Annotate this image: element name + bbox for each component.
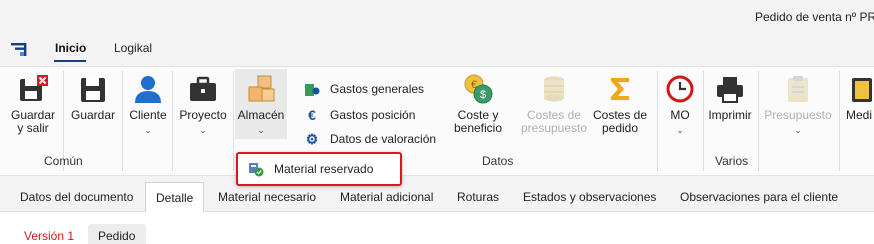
euro-icon: € — [308, 107, 316, 123]
clock-icon — [666, 75, 694, 103]
budget-costs-label-2: presupuesto — [520, 121, 588, 135]
title-bar: Pedido de venta nº PR — [0, 0, 874, 36]
chevron-down-icon: ⌄ — [676, 125, 684, 135]
save-button[interactable]: Guardar — [68, 73, 118, 122]
tab-inicio[interactable]: Inicio — [55, 41, 86, 55]
order-costs-button[interactable]: Costes de pedido — [590, 73, 650, 135]
tab-datos-documento[interactable]: Datos del documento — [20, 182, 133, 212]
ribbon: Guardar y salir Guardar Cliente ⌄ Proyec… — [0, 66, 874, 176]
money-icon — [305, 84, 320, 96]
document-tabs: Datos del documento Detalle Material nec… — [0, 182, 874, 212]
order-costs-label-2: pedido — [601, 121, 639, 135]
ribbon-separator — [657, 71, 658, 171]
sub-bar: Versión 1 Pedido — [0, 212, 874, 244]
boxes-icon — [248, 75, 275, 102]
reserved-material-icon — [249, 163, 264, 177]
window-title: Pedido de venta nº PR — [755, 10, 874, 24]
save-and-exit-label-2: y salir — [17, 121, 49, 135]
chevron-down-icon: ⌄ — [144, 125, 152, 135]
stack-icon — [544, 76, 564, 102]
medi-button[interactable]: Medi — [846, 73, 874, 122]
pedido-tab[interactable]: Pedido — [88, 224, 146, 244]
chevron-down-icon: ⌄ — [257, 125, 265, 135]
valuation-data-label: Datos de valoración — [330, 132, 437, 146]
tab-logikal[interactable]: Logikal — [114, 41, 152, 55]
warehouse-label: Almacén — [237, 108, 285, 122]
project-label: Proyecto — [179, 108, 227, 122]
budget-label: Presupuesto — [764, 108, 832, 122]
tab-estados-observaciones[interactable]: Estados y observaciones — [523, 182, 656, 212]
general-costs-button[interactable]: Gastos generales — [304, 81, 424, 97]
position-costs-button[interactable]: € Gastos posición — [304, 107, 415, 123]
version-label[interactable]: Versión 1 — [24, 229, 74, 243]
print-button[interactable]: Imprimir — [706, 73, 754, 122]
position-costs-label: Gastos posición — [330, 108, 416, 122]
material-reserved-menu-item[interactable]: Material reservado — [236, 152, 402, 186]
group-label-varios: Varios — [715, 154, 749, 168]
tab-observaciones-cliente[interactable]: Observaciones para el cliente — [680, 182, 838, 212]
ribbon-separator — [172, 71, 173, 171]
save-and-exit-button[interactable]: Guardar y salir — [8, 73, 58, 135]
save-icon — [81, 78, 105, 102]
valuation-data-button[interactable]: ⚙ Datos de valoración — [304, 131, 436, 147]
cost-profit-label-2: beneficio — [453, 121, 503, 135]
gear-icon: ⚙ — [305, 130, 319, 147]
tab-material-adicional[interactable]: Material adicional — [340, 182, 433, 212]
medi-label: Medi — [846, 108, 873, 122]
person-icon — [135, 76, 161, 103]
print-label: Imprimir — [708, 108, 752, 122]
ribbon-separator — [758, 71, 759, 171]
group-label-comun: Común — [44, 154, 83, 168]
client-label: Cliente — [129, 108, 167, 122]
save-label: Guardar — [70, 108, 116, 122]
svg-text:$: $ — [480, 89, 486, 101]
group-label-datos: Datos — [482, 154, 514, 168]
save-exit-icon — [20, 75, 48, 101]
chevron-down-icon: ⌄ — [794, 125, 802, 135]
tab-roturas[interactable]: Roturas — [457, 182, 499, 212]
ribbon-separator — [122, 71, 123, 171]
cost-profit-button[interactable]: € $ Coste y beneficio — [450, 73, 506, 135]
printer-icon — [717, 77, 743, 103]
general-costs-label: Gastos generales — [330, 82, 425, 96]
client-button[interactable]: Cliente ⌄ — [126, 73, 170, 137]
ribbon-separator — [703, 71, 704, 171]
mo-label: MO — [670, 108, 690, 122]
warehouse-button[interactable]: Almacén ⌄ — [235, 69, 287, 139]
ribbon-separator — [839, 71, 840, 171]
sigma-icon — [611, 78, 629, 100]
mo-button[interactable]: MO ⌄ — [661, 73, 699, 137]
budget-costs-button[interactable]: Costes de presupuesto — [518, 73, 590, 135]
clipboard-icon — [788, 76, 808, 102]
active-tab-indicator — [54, 60, 86, 62]
chevron-down-icon: ⌄ — [199, 125, 207, 135]
app-logo-icon — [11, 43, 27, 56]
ribbon-separator — [233, 71, 234, 171]
menu-bar: Inicio Logikal — [0, 36, 874, 64]
clipboard-icon — [852, 78, 872, 102]
briefcase-icon — [190, 76, 216, 101]
budget-button[interactable]: Presupuesto ⌄ — [762, 73, 834, 137]
coins-icon: € $ — [464, 74, 493, 104]
tab-detalle[interactable]: Detalle — [145, 182, 205, 212]
tab-material-necesario[interactable]: Material necesario — [218, 182, 316, 212]
project-button[interactable]: Proyecto ⌄ — [176, 73, 230, 137]
material-reserved-label: Material reservado — [274, 162, 374, 176]
